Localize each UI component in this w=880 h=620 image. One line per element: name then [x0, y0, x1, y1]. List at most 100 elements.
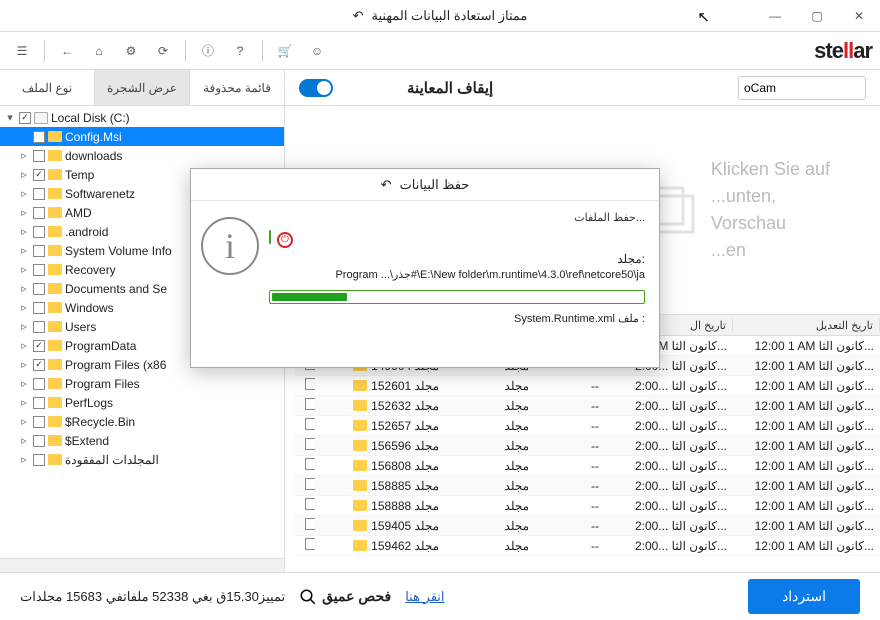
help-button[interactable]: ?: [226, 37, 254, 65]
file-size: --: [535, 499, 605, 513]
checkbox[interactable]: [33, 302, 45, 314]
close-button[interactable]: ✕: [838, 0, 880, 32]
tree-h-scrollbar[interactable]: [0, 558, 284, 572]
table-row[interactable]: مجلد 159462مجلد--2:00... كانون الثا...12…: [295, 536, 880, 556]
recover-button[interactable]: استرداد: [748, 579, 860, 614]
tree-row[interactable]: ▹PerfLogs: [0, 393, 284, 412]
row-checkbox[interactable]: [305, 458, 315, 470]
click-here-link[interactable]: انقر هنا: [405, 589, 444, 605]
table-row[interactable]: مجلد 158885مجلد--2:00... كانون الثا...12…: [295, 476, 880, 496]
checkbox[interactable]: [33, 150, 45, 162]
tab-file-type[interactable]: نوع الملف: [0, 70, 95, 105]
expand-icon[interactable]: ▹: [18, 377, 30, 390]
maximize-button[interactable]: ▢: [796, 0, 838, 32]
expand-icon[interactable]: ▾: [4, 111, 16, 124]
info-button[interactable]: ⓘ: [194, 37, 222, 65]
row-checkbox[interactable]: [305, 518, 315, 530]
home-button[interactable]: ⌂: [85, 37, 113, 65]
expand-icon[interactable]: ▹: [18, 244, 30, 257]
expand-icon[interactable]: ▹: [18, 339, 30, 352]
tree-row[interactable]: ▹downloads: [0, 146, 284, 165]
row-checkbox[interactable]: [305, 438, 315, 450]
checkbox[interactable]: [33, 397, 45, 409]
table-row[interactable]: مجلد 152601مجلد--2:00... كانون الثا...12…: [295, 376, 880, 396]
checkbox[interactable]: [33, 207, 45, 219]
tree-row[interactable]: ▹$Extend: [0, 431, 284, 450]
search-input[interactable]: [744, 81, 880, 95]
checkbox[interactable]: [33, 454, 45, 466]
menu-button[interactable]: ☰: [8, 37, 36, 65]
saving-label: حفظ الملفات...: [269, 211, 645, 224]
table-row[interactable]: مجلد 156596مجلد--2:00... كانون الثا...12…: [295, 436, 880, 456]
expand-icon[interactable]: ▹: [18, 206, 30, 219]
tree-row[interactable]: Config.Msi: [0, 127, 284, 146]
expand-icon[interactable]: ▹: [18, 225, 30, 238]
stats-text: تمييز15.30ق بغي 52338 ملفاتفي 15683 مجلد…: [20, 589, 285, 605]
folder-icon: [48, 131, 62, 142]
search-box[interactable]: 🔍 ✕: [738, 76, 866, 100]
checkbox[interactable]: [33, 131, 45, 143]
user-button[interactable]: ☺: [303, 37, 331, 65]
checkbox[interactable]: [33, 416, 45, 428]
checkbox[interactable]: [33, 378, 45, 390]
preview-toggle[interactable]: [299, 79, 333, 97]
expand-icon[interactable]: ▹: [18, 187, 30, 200]
expand-icon[interactable]: ▹: [18, 453, 30, 466]
expand-icon[interactable]: ▹: [18, 168, 30, 181]
date-created: 2:00... كانون الثا...: [605, 539, 733, 553]
row-checkbox[interactable]: [305, 398, 315, 410]
table-row[interactable]: مجلد 158888مجلد--2:00... كانون الثا...12…: [295, 496, 880, 516]
tree-label: Temp: [65, 168, 94, 182]
expand-icon[interactable]: ▹: [18, 396, 30, 409]
row-checkbox[interactable]: [305, 538, 315, 550]
expand-icon[interactable]: ▹: [18, 320, 30, 333]
tab-deleted-list[interactable]: قائمة محذوفة: [190, 70, 285, 105]
tree-row[interactable]: ▹ المجلدات المفقودة: [0, 450, 284, 469]
checkbox[interactable]: [33, 359, 45, 371]
checkbox[interactable]: [33, 435, 45, 447]
table-row[interactable]: مجلد 152632مجلد--2:00... كانون الثا...12…: [295, 396, 880, 416]
checkbox[interactable]: [33, 226, 45, 238]
checkbox[interactable]: [33, 264, 45, 276]
expand-icon[interactable]: ▹: [18, 358, 30, 371]
expand-icon[interactable]: ▹: [18, 263, 30, 276]
tab-tree-view[interactable]: عرض الشجرة: [95, 70, 190, 105]
checkbox[interactable]: [33, 340, 45, 352]
row-checkbox[interactable]: [305, 478, 315, 490]
table-row[interactable]: مجلد 159405مجلد--2:00... كانون الثا...12…: [295, 516, 880, 536]
expand-icon[interactable]: ▹: [18, 149, 30, 162]
tree-label: Program Files: [65, 377, 140, 391]
expand-icon[interactable]: ▹: [18, 434, 30, 447]
tree-row[interactable]: ▾Local Disk (C:): [0, 108, 284, 127]
file-type: مجلد: [445, 399, 535, 413]
back-button[interactable]: ←: [53, 37, 81, 65]
checkbox[interactable]: [33, 169, 45, 181]
stop-button[interactable]: ⏻: [277, 232, 293, 248]
checkbox[interactable]: [33, 321, 45, 333]
row-checkbox[interactable]: [305, 378, 315, 390]
table-row[interactable]: مجلد 156808مجلد--2:00... كانون الثا...12…: [295, 456, 880, 476]
checkbox[interactable]: [33, 188, 45, 200]
tree-label: المجلدات المفقودة: [65, 453, 159, 467]
expand-icon[interactable]: ▹: [18, 415, 30, 428]
checkbox[interactable]: [33, 245, 45, 257]
settings-button[interactable]: ⚙: [117, 37, 145, 65]
expand-icon[interactable]: ▹: [18, 301, 30, 314]
tree-row[interactable]: ▹$Recycle.Bin: [0, 412, 284, 431]
tree-label: .android: [65, 225, 108, 239]
deep-scan[interactable]: فحص عميق: [299, 588, 391, 606]
minimize-button[interactable]: —: [754, 0, 796, 32]
checkbox[interactable]: [19, 112, 31, 124]
preview-label: إيقاف المعاينة: [407, 79, 493, 97]
checkbox[interactable]: [33, 283, 45, 295]
tree-row[interactable]: ▹ Program Files: [0, 374, 284, 393]
toolbar: ☰ ← ⌂ ⚙ ⟳ ⓘ ? 🛒 ☺ stellar: [0, 32, 880, 70]
row-checkbox[interactable]: [305, 498, 315, 510]
resume-button[interactable]: ⟳: [149, 37, 177, 65]
expand-icon[interactable]: ▹: [18, 282, 30, 295]
file-size: --: [535, 379, 605, 393]
table-row[interactable]: مجلد 152657مجلد--2:00... كانون الثا...12…: [295, 416, 880, 436]
cart-button[interactable]: 🛒: [271, 37, 299, 65]
date-modified: 12:00 1 AM كانون الثا...: [733, 499, 880, 513]
row-checkbox[interactable]: [305, 418, 315, 430]
